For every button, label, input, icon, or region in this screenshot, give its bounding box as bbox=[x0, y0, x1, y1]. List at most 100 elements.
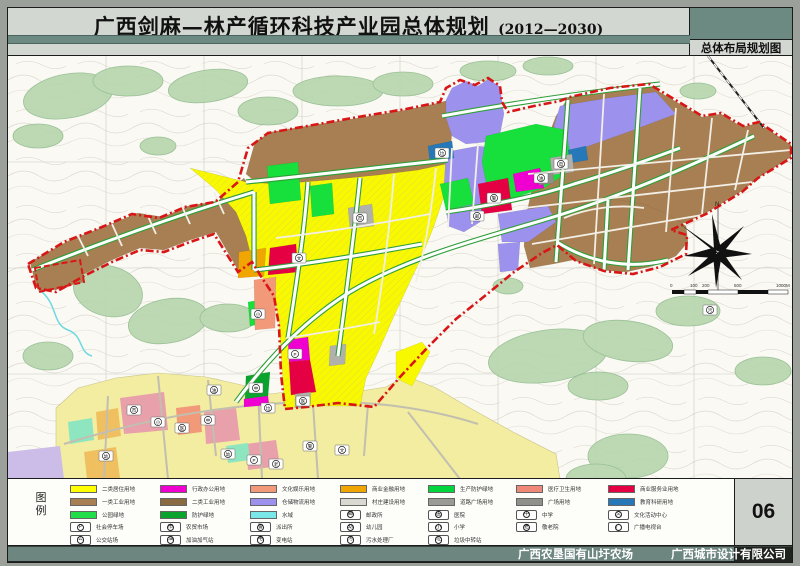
legend-item: 水域 bbox=[250, 509, 315, 520]
legend-item: 电变电站 bbox=[250, 535, 315, 546]
facility-marker: 警 bbox=[303, 441, 317, 451]
legend-item: P 社会停车场 bbox=[70, 522, 135, 533]
legend-icon: 垃 bbox=[428, 535, 449, 545]
legend-item: 市农贸市场 bbox=[160, 522, 225, 533]
legend-item: 二类居住用地 bbox=[70, 484, 135, 495]
facility-marker: 文 bbox=[335, 445, 349, 455]
facility-marker: 中 bbox=[249, 383, 263, 393]
legend-item: 一类工业用地 bbox=[70, 497, 135, 508]
facility-marker: 电 bbox=[554, 159, 568, 169]
legend-item: 二类工业用地 bbox=[160, 497, 225, 508]
svg-text:医: 医 bbox=[301, 399, 306, 404]
legend-label: 医院 bbox=[454, 511, 465, 519]
legend-panel: 图例 二类居住用地一类工业用地公园绿地 P 社会停车场公公交站场 行政办公用地二类工业… bbox=[8, 479, 735, 545]
legend-swatch bbox=[250, 511, 277, 519]
legend-item: 医医院 bbox=[428, 509, 493, 520]
legend-swatch bbox=[70, 485, 97, 493]
legend-item: 油加油加气站 bbox=[160, 535, 225, 546]
legend-column: 文化娱乐用地仓储物流用地水域警派出所电变电站 bbox=[250, 484, 315, 547]
legend-swatch bbox=[250, 498, 277, 506]
legend-label: 水域 bbox=[282, 511, 293, 519]
legend-label: 教育科研用地 bbox=[640, 498, 673, 506]
svg-text:邮: 邮 bbox=[475, 213, 480, 220]
legend-label: 商业金融用地 bbox=[372, 485, 405, 493]
legend-label: 公园绿地 bbox=[102, 511, 124, 519]
legend-icon: 市 bbox=[160, 522, 181, 532]
facility-marker: 文 bbox=[292, 253, 306, 263]
map-canvas: N 01002005001000M 小中市P医警电油垃邮文污市小医中幼P老警文幼… bbox=[8, 56, 792, 479]
facility-marker: 污 bbox=[703, 305, 717, 315]
legend-icon: 文 bbox=[608, 510, 629, 520]
page-number: 06 bbox=[735, 479, 792, 545]
legend-item: 广广播电视台 bbox=[608, 522, 679, 533]
facility-marker: 油 bbox=[207, 385, 221, 395]
legend-swatch bbox=[160, 498, 187, 506]
facility-marker: P bbox=[247, 455, 261, 465]
legend-item: 小小学 bbox=[428, 522, 493, 533]
legend-item: 中中学 bbox=[516, 509, 581, 520]
svg-text:警: 警 bbox=[308, 443, 313, 450]
scale-tick: 1000M bbox=[776, 283, 790, 288]
legend-icon: 幼 bbox=[340, 522, 361, 532]
legend-item: 污污水处理厂 bbox=[340, 535, 405, 546]
legend-item: 公公交站场 bbox=[70, 535, 135, 546]
legend-swatch bbox=[160, 511, 187, 519]
header-accent-band bbox=[8, 35, 690, 44]
planning-map-svg: N 01002005001000M 小中市P医警电油垃邮文污市小医中幼P老警文幼… bbox=[8, 56, 792, 479]
legend-column: 二类居住用地一类工业用地公园绿地 P 社会停车场公公交站场 bbox=[70, 484, 135, 547]
legend-label: 道路广场用地 bbox=[460, 498, 493, 506]
svg-text:垃: 垃 bbox=[440, 150, 445, 156]
svg-text:文: 文 bbox=[340, 447, 345, 454]
legend-item: 防护绿地 bbox=[160, 509, 225, 520]
legend-icon: 中 bbox=[516, 510, 537, 520]
legend-item: 教育科研用地 bbox=[608, 497, 679, 508]
legend-label: 社会停车场 bbox=[96, 523, 124, 531]
legend-swatch bbox=[340, 498, 367, 506]
footer-org-right: 广西城市设计有限公司 bbox=[671, 546, 786, 562]
legend-label: 广播电视台 bbox=[634, 523, 662, 531]
legend-swatch bbox=[70, 511, 97, 519]
legend-label: 变电站 bbox=[276, 536, 293, 544]
legend-icon: 广 bbox=[608, 522, 629, 532]
legend-item: 公园绿地 bbox=[70, 509, 135, 520]
legend-label: 文化活动中心 bbox=[634, 511, 667, 519]
legend-item: 幼幼儿园 bbox=[340, 522, 405, 533]
legend-label: 二类居住用地 bbox=[102, 485, 135, 493]
svg-text:文: 文 bbox=[297, 255, 302, 262]
facility-marker: 邮 bbox=[470, 211, 484, 221]
legend-icon: 老 bbox=[516, 522, 537, 532]
legend-item: 村庄建设用地 bbox=[340, 497, 405, 508]
legend-column: 行政办公用地二类工业用地防护绿地市农贸市场油加油加气站 bbox=[160, 484, 225, 547]
legend-item: 商业金融用地 bbox=[340, 484, 405, 495]
park-green-left bbox=[440, 178, 474, 210]
legend-item: 垃垃圾中转站 bbox=[428, 535, 493, 546]
legend-column: 生产防护绿地道路广场用地医医院小小学垃垃圾中转站 bbox=[428, 484, 493, 547]
header: 广西剑麻—林产循环科技产业园总体规划 (2012—2030) bbox=[8, 8, 690, 56]
legend-item: 警派出所 bbox=[250, 522, 315, 533]
legend-swatch bbox=[250, 485, 277, 493]
legend-item: 仓储物流用地 bbox=[250, 497, 315, 508]
footer-bar: 广西农垦国有山圩农场 广西城市设计有限公司 bbox=[8, 546, 792, 562]
svg-text:垃: 垃 bbox=[266, 405, 271, 411]
page: 广西剑麻—林产循环科技产业园总体规划 (2012—2030) 总体布局规划图 bbox=[0, 0, 800, 566]
legend-icon: 小 bbox=[428, 522, 449, 532]
facility-marker: 老 bbox=[269, 459, 283, 469]
legend-label: 广场用地 bbox=[548, 498, 570, 506]
legend-title: 图例 bbox=[34, 492, 48, 518]
legend-item: 行政办公用地 bbox=[160, 484, 225, 495]
legend-icon: P bbox=[70, 522, 91, 532]
facility-marker: 垃 bbox=[435, 148, 449, 158]
legend-label: 邮政所 bbox=[366, 511, 383, 519]
legend-icon: 污 bbox=[340, 535, 361, 545]
legend-label: 商业服务业用地 bbox=[640, 485, 679, 493]
legend-swatch bbox=[608, 498, 635, 506]
facility-marker: 垃 bbox=[261, 403, 275, 413]
north-label: N bbox=[715, 202, 719, 208]
legend-item: 老敬老院 bbox=[516, 522, 581, 533]
legend-swatch bbox=[608, 485, 635, 493]
legend-label: 中学 bbox=[542, 511, 553, 519]
legend-label: 二类工业用地 bbox=[192, 498, 225, 506]
facility-marker: 警 bbox=[487, 193, 501, 203]
svg-text:P: P bbox=[252, 458, 255, 463]
legend-label: 一类工业用地 bbox=[102, 498, 135, 506]
